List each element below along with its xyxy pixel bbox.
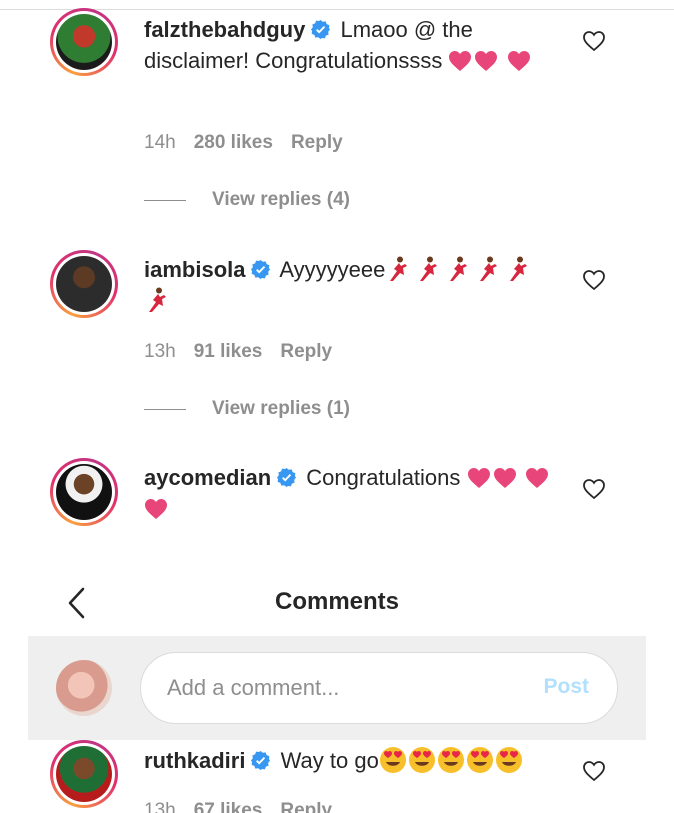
heart-emoji-icon [493,468,516,488]
verified-badge-icon [251,751,271,770]
comment-text: Ayyyyyeee [279,257,386,282]
comment-input[interactable] [167,671,507,705]
avatar[interactable] [50,458,118,526]
verified-badge-icon [311,20,331,39]
heart-outline-icon[interactable] [582,269,606,291]
comment-text: Way to go [280,748,379,773]
comment-likes[interactable]: 280 likes [194,132,273,153]
heart-eyes-emoji-icon [495,747,522,773]
dancer-emoji-icon [149,287,166,312]
comment-username[interactable]: iambisola [144,257,245,282]
reply-button[interactable]: Reply [280,341,332,362]
heart-eyes-emoji-icon [466,747,493,773]
heart-eyes-emoji-icon [437,747,464,773]
comment-likes[interactable]: 91 likes [194,341,263,362]
heart-eyes-emoji-icon [408,747,435,773]
comment-text: Congratulations [306,465,461,490]
heart-eyes-emoji-icon [379,747,406,773]
reply-button[interactable]: Reply [280,800,332,813]
dancer-emoji-icon [390,256,408,281]
view-replies-button[interactable]: View replies (4) [144,189,350,211]
view-replies-button[interactable]: View replies (1) [144,398,350,420]
heart-outline-icon[interactable] [582,30,606,52]
avatar[interactable] [50,740,118,808]
comments-header: Comments [0,572,674,634]
verified-badge-icon [251,260,271,279]
comment-time: 13h [144,800,176,813]
heart-outline-icon[interactable] [582,478,606,500]
divider-line [144,408,186,410]
dancer-emoji-icon [510,256,528,281]
top-divider [0,0,674,10]
heart-outline-icon[interactable] [582,760,606,782]
heart-emoji-icon [449,51,472,71]
verified-badge-icon [277,468,297,487]
comment-username[interactable]: falzthebahdguy [144,17,305,42]
comment-username[interactable]: aycomedian [144,465,271,490]
heart-emoji-icon [467,468,490,488]
comment-time: 13h [144,341,176,362]
avatar [56,660,112,716]
view-replies-label: View replies (1) [212,398,350,419]
comment-time: 14h [144,132,176,153]
heart-emoji-icon [525,468,548,488]
avatar[interactable] [50,8,118,76]
comment-composer: Post [28,636,646,740]
dancer-emoji-icon [420,256,438,281]
post-button[interactable]: Post [543,675,589,699]
reply-button[interactable]: Reply [291,132,343,153]
comment-username[interactable]: ruthkadiri [144,748,245,773]
comment-likes[interactable]: 67 likes [194,800,263,813]
heart-emoji-icon [507,51,530,71]
page-title: Comments [274,588,400,615]
divider-line [144,199,186,201]
heart-emoji-icon [145,499,167,519]
dancer-emoji-icon [480,256,498,281]
view-replies-label: View replies (4) [212,189,350,210]
heart-emoji-icon [475,51,498,71]
comment-field[interactable]: Post [140,652,618,724]
dancer-emoji-icon [450,256,468,281]
avatar[interactable] [50,250,118,318]
